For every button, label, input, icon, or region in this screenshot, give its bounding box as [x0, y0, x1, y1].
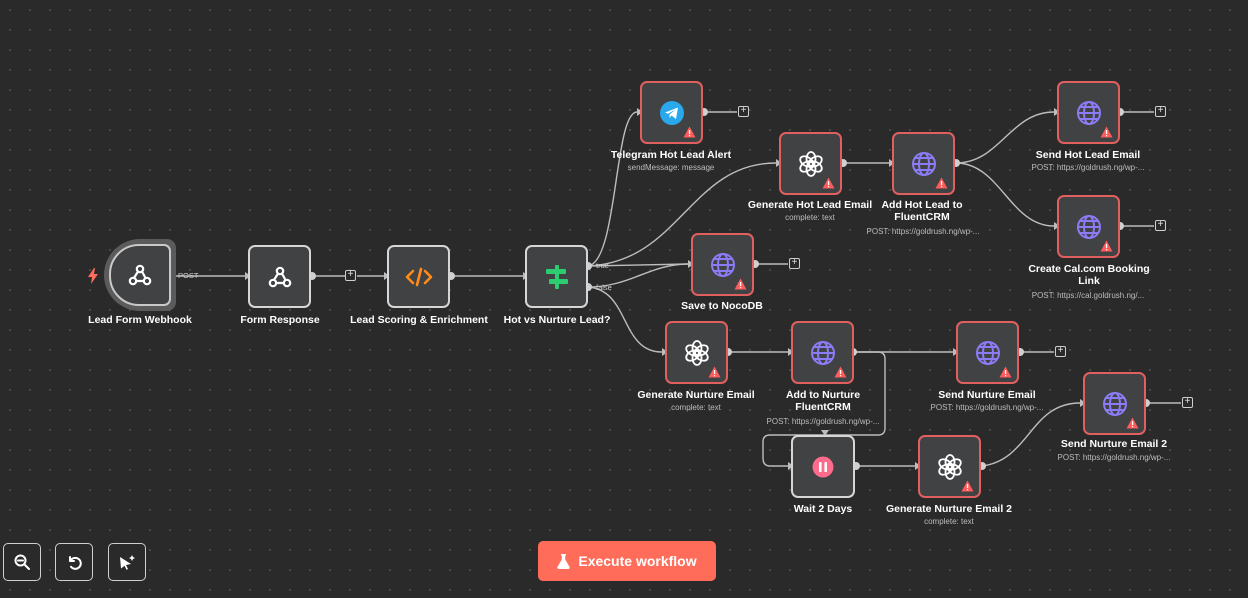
node-send-hot-email[interactable]	[1057, 81, 1120, 144]
node-label: Generate Nurture Email	[637, 389, 755, 401]
add-node-button[interactable]: +	[1182, 397, 1193, 408]
node-hot-vs-nurture-switch[interactable]	[525, 245, 588, 308]
pause-icon	[812, 456, 834, 478]
node-subtitle: POST: https://goldrush.ng/wp-...	[866, 227, 980, 236]
node-label: Save to NocoDB	[681, 300, 763, 312]
flask-icon	[557, 553, 571, 569]
node-subtitle: sendMessage: message	[627, 163, 715, 172]
node-label: Send Nurture Email 2	[1060, 438, 1168, 450]
node-label: Generate Hot Lead Email	[747, 199, 873, 211]
node-generate-nurture-email[interactable]	[665, 321, 728, 384]
node-label: Lead Scoring & Enrichment	[350, 314, 488, 326]
add-node-button[interactable]: +	[789, 258, 800, 269]
node-lead-form-webhook[interactable]	[109, 244, 171, 306]
undo-icon	[66, 554, 82, 570]
warning-icon[interactable]	[708, 365, 721, 378]
node-label: Telegram Hot Lead Alert	[610, 149, 732, 161]
node-label: Form Response	[240, 314, 320, 326]
node-send-nurture-email-2[interactable]	[1083, 372, 1146, 435]
globe-icon	[911, 151, 937, 177]
code-icon	[405, 266, 433, 288]
tidy-icon	[118, 554, 136, 570]
node-label: Send Hot Lead Email	[1035, 149, 1141, 161]
warning-icon[interactable]	[734, 277, 747, 290]
globe-icon	[810, 340, 836, 366]
webhook-icon	[127, 262, 153, 288]
add-node-button[interactable]: +	[1055, 346, 1066, 357]
node-subtitle: complete: text	[785, 213, 835, 222]
node-label: Create Cal.com Booking Link	[1028, 263, 1150, 287]
node-label: Add to Nurture FluentCRM	[785, 389, 861, 413]
warning-icon[interactable]	[935, 176, 948, 189]
post-edge-label: POST	[178, 271, 199, 280]
zoom-out-button[interactable]	[3, 543, 41, 581]
openai-icon	[683, 339, 711, 367]
add-node-button[interactable]: +	[738, 106, 749, 117]
node-generate-hot-email[interactable]	[779, 132, 842, 195]
warning-icon[interactable]	[834, 365, 847, 378]
trigger-bolt-icon	[88, 268, 98, 289]
edge-true-telegram	[587, 111, 638, 267]
node-subtitle: POST: https://cal.goldrush.ng/...	[1031, 291, 1145, 300]
add-node-button[interactable]: +	[345, 270, 356, 281]
node-subtitle: POST: https://goldrush.ng/wp-...	[766, 417, 880, 426]
globe-icon	[975, 340, 1001, 366]
node-label: Generate Nurture Email 2	[885, 503, 1013, 515]
add-node-button[interactable]: +	[1155, 106, 1166, 117]
node-telegram-alert[interactable]	[640, 81, 703, 144]
warning-icon[interactable]	[1126, 416, 1139, 429]
node-save-nocodb[interactable]	[691, 233, 754, 296]
globe-icon	[1102, 391, 1128, 417]
node-wait-2-days[interactable]	[791, 435, 855, 498]
true-branch-label: true	[596, 261, 609, 270]
warning-icon[interactable]	[1100, 239, 1113, 252]
webhook-icon	[267, 264, 293, 290]
node-lead-scoring[interactable]	[387, 245, 450, 308]
execute-workflow-button[interactable]: Execute workflow	[538, 541, 716, 581]
node-subtitle: complete: text	[671, 403, 721, 412]
globe-icon	[1076, 214, 1102, 240]
node-label: Hot vs Nurture Lead?	[503, 314, 611, 326]
reset-zoom-button[interactable]	[55, 543, 93, 581]
node-subtitle: POST: https://goldrush.ng/wp-...	[1057, 453, 1171, 462]
globe-icon	[710, 252, 736, 278]
node-label: Send Nurture Email	[938, 389, 1036, 401]
warning-icon[interactable]	[683, 125, 696, 138]
openai-icon	[797, 150, 825, 178]
telegram-icon	[659, 100, 685, 126]
node-subtitle: complete: text	[924, 517, 974, 526]
warning-icon[interactable]	[961, 479, 974, 492]
node-subtitle: POST: https://goldrush.ng/wp-...	[1031, 163, 1145, 172]
node-subtitle: POST: https://goldrush.ng/wp-...	[930, 403, 1044, 412]
node-add-nurture-fluentcrm[interactable]	[791, 321, 854, 384]
node-label: Lead Form Webhook	[88, 314, 192, 326]
warning-icon[interactable]	[999, 365, 1012, 378]
tidy-up-button[interactable]	[108, 543, 146, 581]
node-create-cal-link[interactable]	[1057, 195, 1120, 258]
node-send-nurture-email[interactable]	[956, 321, 1019, 384]
switch-icon	[544, 264, 570, 289]
warning-icon[interactable]	[822, 176, 835, 189]
execute-workflow-label: Execute workflow	[578, 553, 697, 569]
globe-icon	[1076, 100, 1102, 126]
false-branch-label: false	[596, 283, 612, 292]
warning-icon[interactable]	[1100, 125, 1113, 138]
zoom-out-icon	[14, 554, 30, 570]
node-generate-nurture-email-2[interactable]	[918, 435, 981, 498]
node-form-response[interactable]	[248, 245, 311, 308]
workflow-canvas[interactable]: POST true false + + + + + + + Lead Form …	[0, 0, 1248, 598]
node-label: Add Hot Lead to FluentCRM	[881, 199, 963, 223]
add-node-button[interactable]: +	[1155, 220, 1166, 231]
openai-icon	[936, 453, 964, 481]
node-add-hot-fluentcrm[interactable]	[892, 132, 955, 195]
